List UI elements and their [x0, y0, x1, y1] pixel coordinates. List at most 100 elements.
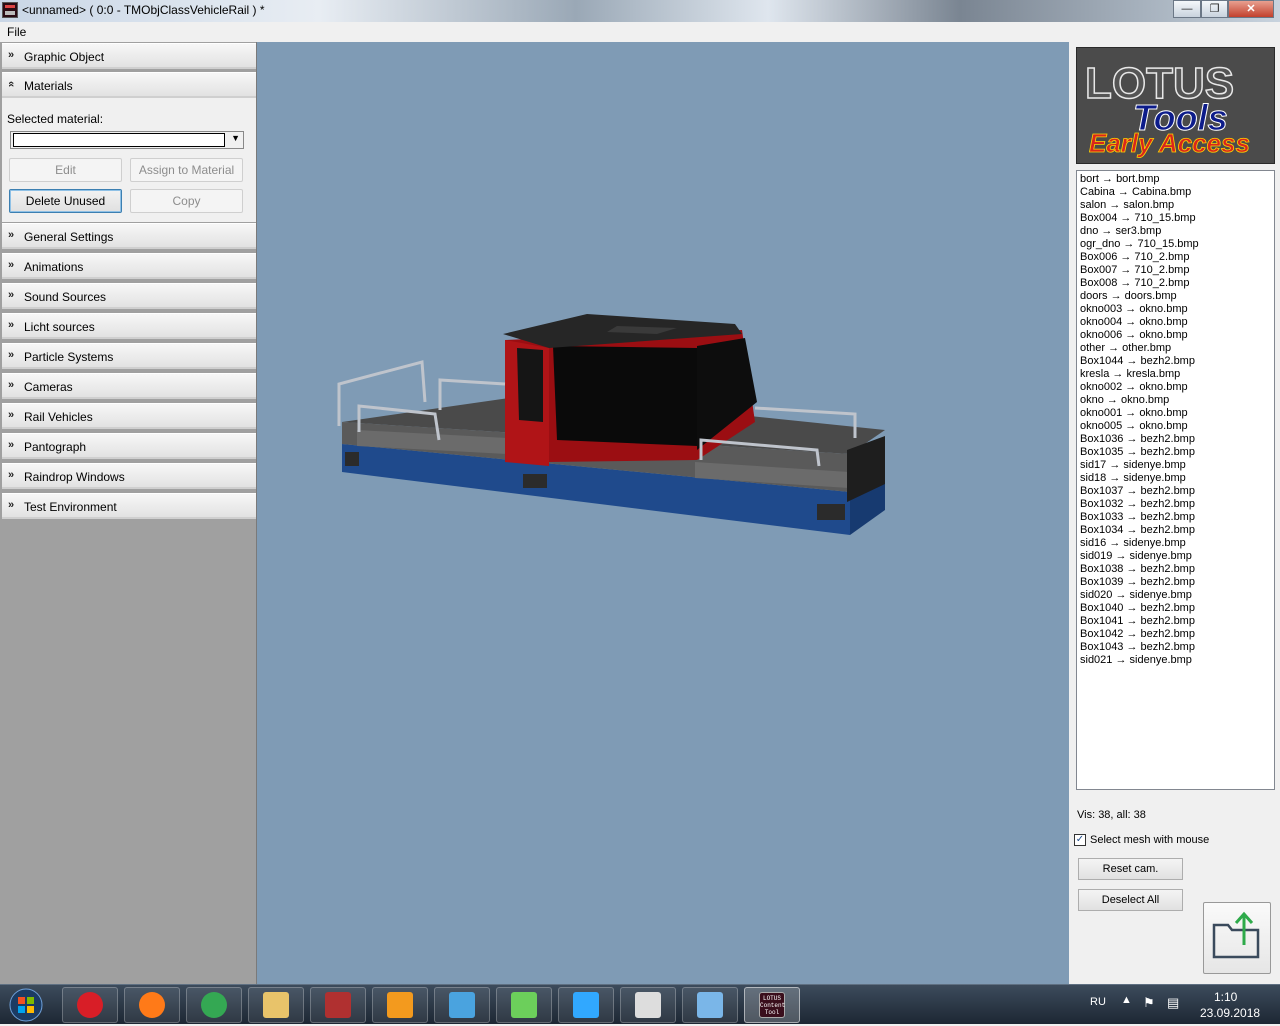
- mesh-list-item[interactable]: Box1038 → bezh2.bmp: [1080, 563, 1274, 576]
- app-icon[interactable]: [2, 2, 18, 18]
- file-explorer-taskbar-button[interactable]: [248, 987, 304, 1023]
- category-sound-sources[interactable]: » Sound Sources: [2, 283, 256, 309]
- train-app-taskbar-button[interactable]: [310, 987, 366, 1023]
- opera-icon: [77, 992, 103, 1018]
- mesh-list-item[interactable]: bort → bort.bmp: [1080, 173, 1274, 186]
- 3d-app-taskbar-button[interactable]: [620, 987, 676, 1023]
- mesh-list-item[interactable]: kresla → kresla.bmp: [1080, 368, 1274, 381]
- category-cameras[interactable]: » Cameras: [2, 373, 256, 399]
- mesh-list-item[interactable]: Box1039 → bezh2.bmp: [1080, 576, 1274, 589]
- language-indicator[interactable]: RU: [1090, 996, 1106, 1008]
- action-center-flag-icon[interactable]: ⚑: [1143, 995, 1155, 1011]
- category-licht-sources[interactable]: » Licht sources: [2, 313, 256, 339]
- mesh-list-item[interactable]: doors → doors.bmp: [1080, 290, 1274, 303]
- category-general-settings[interactable]: » General Settings: [2, 223, 256, 249]
- minimize-button[interactable]: —: [1173, 0, 1201, 18]
- title-bar: <unnamed> ( 0:0 - TMObjClassVehicleRail …: [0, 0, 1280, 22]
- mesh-list-item[interactable]: Box1043 → bezh2.bmp: [1080, 641, 1274, 654]
- show-hidden-icons-arrow-icon[interactable]: ▲: [1121, 994, 1132, 1006]
- mesh-list-item[interactable]: Box008 → 710_2.bmp: [1080, 277, 1274, 290]
- copy-button[interactable]: Copy: [130, 189, 243, 213]
- selected-material-dropdown[interactable]: ▼: [10, 131, 244, 149]
- mesh-list-item[interactable]: okno005 → okno.bmp: [1080, 420, 1274, 433]
- mesh-list[interactable]: bort → bort.bmp Cabina → Cabina.bmp salon …: [1076, 170, 1275, 790]
- mesh-list-item[interactable]: sid021 → sidenye.bmp: [1080, 654, 1274, 667]
- chevron-right-icon: »: [8, 229, 15, 241]
- category-graphic-object[interactable]: » Graphic Object: [2, 43, 256, 69]
- delete-unused-button[interactable]: Delete Unused: [9, 189, 122, 213]
- mesh-list-item[interactable]: sid18 → sidenye.bmp: [1080, 472, 1274, 485]
- mesh-list-item[interactable]: Box1037 → bezh2.bmp: [1080, 485, 1274, 498]
- category-animations[interactable]: » Animations: [2, 253, 256, 279]
- chrome-taskbar-button[interactable]: [186, 987, 242, 1023]
- mesh-list-item[interactable]: Box1042 → bezh2.bmp: [1080, 628, 1274, 641]
- mesh-list-item[interactable]: Box1035 → bezh2.bmp: [1080, 446, 1274, 459]
- select-mesh-checkbox[interactable]: ✓: [1074, 834, 1086, 846]
- category-pantograph[interactable]: » Pantograph: [2, 433, 256, 459]
- mesh-list-item[interactable]: okno001 → okno.bmp: [1080, 407, 1274, 420]
- train-app-icon: [325, 992, 351, 1018]
- edit-button[interactable]: Edit: [9, 158, 122, 182]
- lotus-content-tool-taskbar-button[interactable]: LOTUS Content Tool: [744, 987, 800, 1023]
- logo-text-early-access: Early Access: [1089, 128, 1250, 158]
- mesh-list-item[interactable]: Box1034 → bezh2.bmp: [1080, 524, 1274, 537]
- mesh-list-item[interactable]: Box1041 → bezh2.bmp: [1080, 615, 1274, 628]
- vehicle-model[interactable]: [257, 42, 1069, 984]
- maximize-button[interactable]: ❐: [1201, 0, 1228, 18]
- mesh-list-item[interactable]: Box1032 → bezh2.bmp: [1080, 498, 1274, 511]
- mesh-list-item[interactable]: sid020 → sidenye.bmp: [1080, 589, 1274, 602]
- monitor-app-taskbar-button[interactable]: [496, 987, 552, 1023]
- category-raindrop-windows[interactable]: » Raindrop Windows: [2, 463, 256, 489]
- mesh-list-item[interactable]: okno → okno.bmp: [1080, 394, 1274, 407]
- photoshop-taskbar-button[interactable]: [558, 987, 614, 1023]
- category-particle-systems[interactable]: » Particle Systems: [2, 343, 256, 369]
- media-player-taskbar-button[interactable]: [372, 987, 428, 1023]
- clock-time[interactable]: 1:10: [1214, 990, 1237, 1004]
- mesh-list-item[interactable]: Box1033 → bezh2.bmp: [1080, 511, 1274, 524]
- lotus-tools-logo: LOTUS Tools Early Access: [1076, 47, 1275, 164]
- mesh-list-item[interactable]: salon → salon.bmp: [1080, 199, 1274, 212]
- reset-cam-button[interactable]: Reset cam.: [1078, 858, 1183, 880]
- mesh-list-item[interactable]: Box1036 → bezh2.bmp: [1080, 433, 1274, 446]
- dropdown-arrow-icon[interactable]: ▼: [231, 133, 240, 143]
- export-button[interactable]: [1203, 902, 1271, 974]
- mesh-list-item[interactable]: other → other.bmp: [1080, 342, 1274, 355]
- mesh-list-item[interactable]: okno006 → okno.bmp: [1080, 329, 1274, 342]
- left-panel: » Graphic Object « Materials Selected ma…: [0, 42, 257, 984]
- selected-material-value[interactable]: [13, 133, 225, 147]
- 3d-viewport[interactable]: [257, 42, 1069, 984]
- network-icon[interactable]: ▤: [1167, 995, 1179, 1011]
- media-player-icon: [387, 992, 413, 1018]
- mesh-list-item[interactable]: Box004 → 710_15.bmp: [1080, 212, 1274, 225]
- close-button[interactable]: ✕: [1228, 0, 1274, 18]
- opera-taskbar-button[interactable]: [62, 987, 118, 1023]
- mesh-list-item[interactable]: okno003 → okno.bmp: [1080, 303, 1274, 316]
- menu-file[interactable]: File: [7, 25, 26, 39]
- start-button[interactable]: [4, 987, 48, 1023]
- firefox-taskbar-button[interactable]: [124, 987, 180, 1023]
- window-title: <unnamed> ( 0:0 - TMObjClassVehicleRail …: [22, 3, 265, 17]
- mesh-list-item[interactable]: dno → ser3.bmp: [1080, 225, 1274, 238]
- clock-date[interactable]: 23.09.2018: [1200, 1006, 1260, 1020]
- mesh-list-item[interactable]: sid019 → sidenye.bmp: [1080, 550, 1274, 563]
- lotus-content-tool-icon: LOTUS Content Tool: [759, 992, 785, 1018]
- mesh-list-item[interactable]: Box007 → 710_2.bmp: [1080, 264, 1274, 277]
- mesh-list-item[interactable]: Box006 → 710_2.bmp: [1080, 251, 1274, 264]
- mesh-list-item[interactable]: Cabina → Cabina.bmp: [1080, 186, 1274, 199]
- mesh-list-item[interactable]: sid17 → sidenye.bmp: [1080, 459, 1274, 472]
- deselect-all-button[interactable]: Deselect All: [1078, 889, 1183, 911]
- mesh-list-item[interactable]: Box1040 → bezh2.bmp: [1080, 602, 1274, 615]
- assign-to-material-button[interactable]: Assign to Material: [130, 158, 243, 182]
- mesh-list-item[interactable]: ogr_dno → 710_15.bmp: [1080, 238, 1274, 251]
- category-materials[interactable]: « Materials: [2, 72, 256, 98]
- monitor-app-icon: [511, 992, 537, 1018]
- mesh-list-item[interactable]: okno004 → okno.bmp: [1080, 316, 1274, 329]
- category-test-environment[interactable]: » Test Environment: [2, 493, 256, 519]
- remote-desktop-taskbar-button[interactable]: [434, 987, 490, 1023]
- category-rail-vehicles[interactable]: » Rail Vehicles: [2, 403, 256, 429]
- mesh-list-item[interactable]: okno002 → okno.bmp: [1080, 381, 1274, 394]
- maximize-icon: ❐: [1209, 3, 1220, 15]
- image-viewer-taskbar-button[interactable]: [682, 987, 738, 1023]
- mesh-list-item[interactable]: Box1044 → bezh2.bmp: [1080, 355, 1274, 368]
- mesh-list-item[interactable]: sid16 → sidenye.bmp: [1080, 537, 1274, 550]
